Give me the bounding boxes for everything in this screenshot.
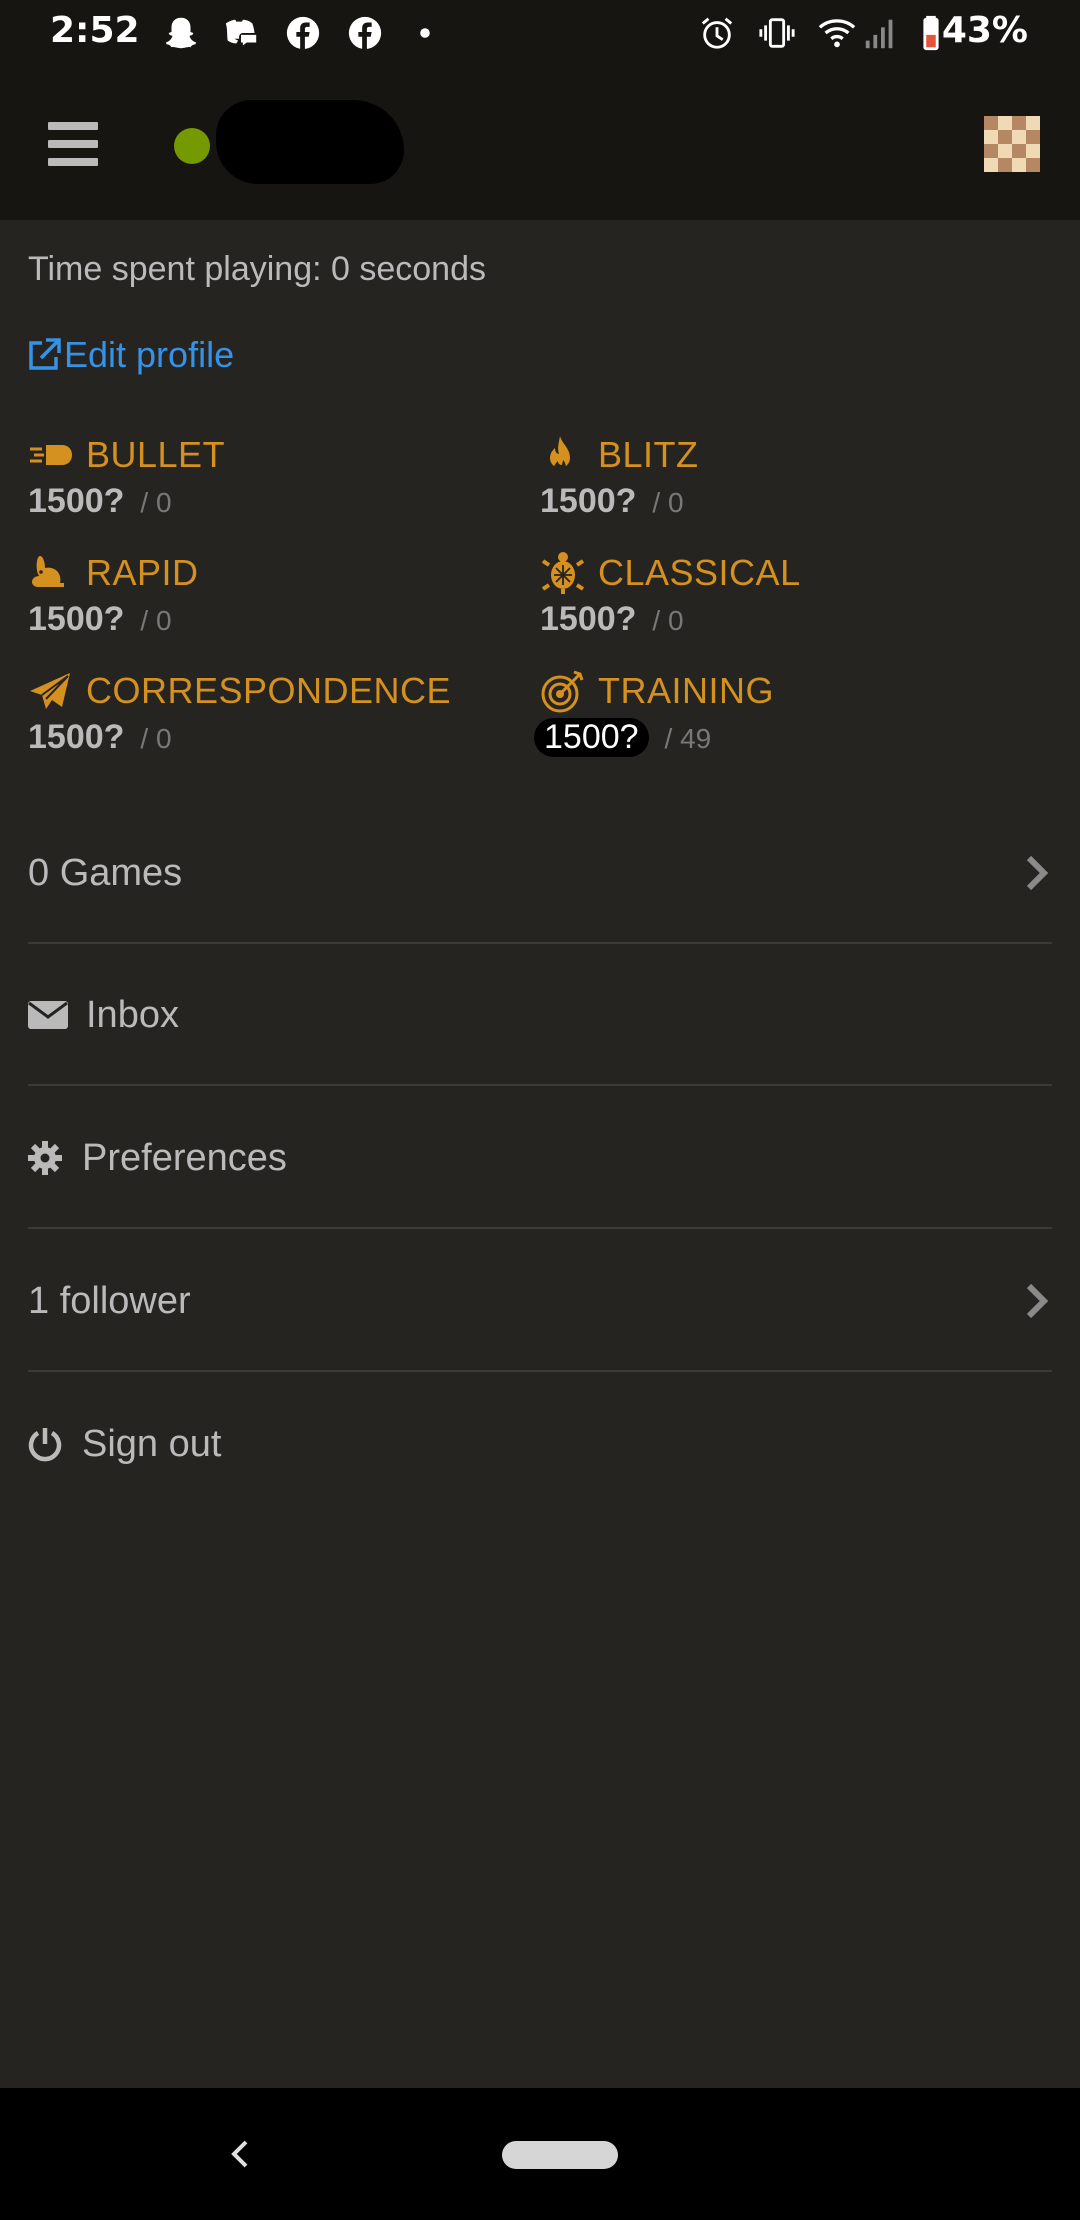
perf-rating: 1500? <box>28 482 125 520</box>
vibrate-icon <box>759 18 795 48</box>
edit-profile-link[interactable]: Edit profile <box>26 334 234 376</box>
followers-link[interactable]: 1 follower <box>28 1230 1052 1372</box>
snapchat-icon <box>165 17 197 49</box>
perf-name: CLASSICAL <box>598 552 801 593</box>
home-pill[interactable] <box>502 2141 618 2169</box>
turtle-icon <box>541 552 585 594</box>
perf-rating: 1500? <box>534 718 649 757</box>
perf-bullet[interactable]: BULLET 1500? / 0 <box>28 430 528 521</box>
perf-games: / 0 <box>652 605 684 636</box>
perf-rating: 1500? <box>28 718 125 756</box>
perf-training[interactable]: TRAINING 1500? / 49 <box>534 666 1040 757</box>
perf-classical[interactable]: CLASSICAL 1500? / 0 <box>540 548 1040 639</box>
perf-rating: 1500? <box>540 482 637 520</box>
preferences-label: Preferences <box>82 1136 287 1179</box>
perf-name: TRAINING <box>598 670 775 711</box>
alarm-icon <box>701 17 733 49</box>
inbox-link[interactable]: Inbox <box>28 944 1052 1086</box>
status-time: 2:52 <box>50 10 140 51</box>
facebook-icon <box>286 16 320 50</box>
bullet-icon <box>30 445 72 465</box>
wifi-icon <box>818 19 856 48</box>
perf-correspondence[interactable]: CORRESPONDENCE 1500? / 0 <box>28 666 528 757</box>
perf-games: / 0 <box>140 605 172 636</box>
perf-games: / 0 <box>140 487 172 518</box>
perf-rating: 1500? <box>28 600 125 638</box>
power-icon <box>28 1428 62 1462</box>
hamburger-icon <box>48 122 98 130</box>
followers-label: 1 follower <box>28 1279 191 1322</box>
time-spent-text: Time spent playing: 0 seconds <box>28 250 486 288</box>
app-header <box>0 64 1080 220</box>
perf-rating: 1500? <box>540 600 637 638</box>
dot-icon <box>420 28 430 38</box>
perf-games: / 49 <box>664 723 712 754</box>
flame-icon <box>550 436 570 474</box>
edit-profile-label: Edit profile <box>64 334 235 375</box>
games-link[interactable]: 0 Games <box>28 802 1052 944</box>
chevron-right-icon <box>1026 1283 1049 1319</box>
external-link-icon <box>29 338 61 370</box>
system-nav-bar <box>0 2088 1080 2220</box>
perf-name: BLITZ <box>598 434 699 475</box>
gear-icon <box>28 1141 62 1175</box>
inbox-label: Inbox <box>86 993 179 1036</box>
chevron-right-icon <box>1026 855 1049 891</box>
perf-blitz[interactable]: BLITZ 1500? / 0 <box>540 430 1040 521</box>
perf-name: BULLET <box>86 434 226 475</box>
sign-out-label: Sign out <box>82 1422 222 1465</box>
target-icon <box>541 670 584 713</box>
status-bar: 2:52 43% <box>0 0 1080 64</box>
preferences-link[interactable]: Preferences <box>28 1087 1052 1229</box>
rabbit-icon <box>32 556 64 587</box>
paper-plane-icon <box>30 673 70 709</box>
perf-games: / 0 <box>652 487 684 518</box>
perf-games: / 0 <box>140 723 172 754</box>
username-redacted[interactable] <box>216 100 404 184</box>
sign-out-link[interactable]: Sign out <box>28 1373 1052 1515</box>
online-status-dot <box>174 128 210 164</box>
board-icon[interactable] <box>984 116 1040 172</box>
back-icon[interactable] <box>222 2134 258 2174</box>
facebook-icon <box>348 16 382 50</box>
discord-icon <box>225 19 259 47</box>
envelope-icon <box>28 1001 68 1029</box>
perf-rapid[interactable]: RAPID 1500? / 0 <box>28 548 528 639</box>
signal-icon <box>865 19 893 49</box>
perf-name: RAPID <box>86 552 199 593</box>
games-label: 0 Games <box>28 851 183 894</box>
menu-button[interactable] <box>48 122 98 166</box>
battery-percent: 43% <box>941 10 1028 51</box>
perf-name: CORRESPONDENCE <box>86 670 452 711</box>
